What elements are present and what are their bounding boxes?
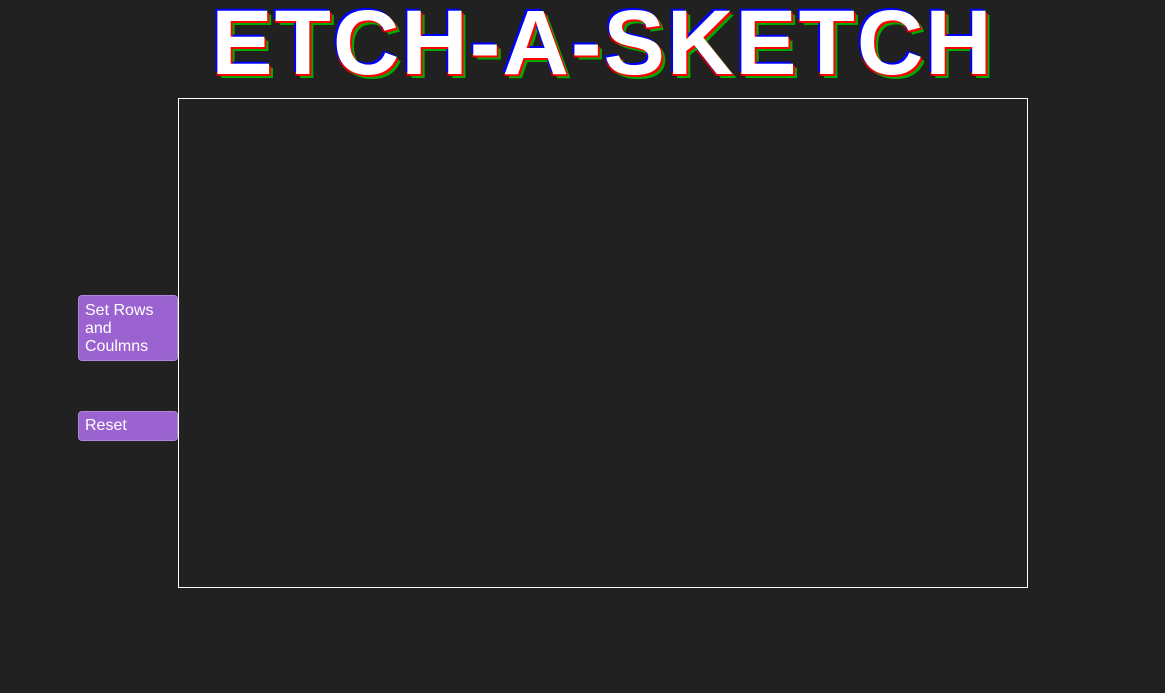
set-rows-columns-button[interactable]: Set Rows and Coulmns	[78, 295, 178, 361]
sketch-board[interactable]	[178, 98, 1028, 588]
controls-panel: Set Rows and Coulmns Reset	[78, 295, 178, 441]
page-title: ETCH-A-SKETCH	[211, 0, 994, 94]
reset-button[interactable]: Reset	[78, 411, 178, 441]
